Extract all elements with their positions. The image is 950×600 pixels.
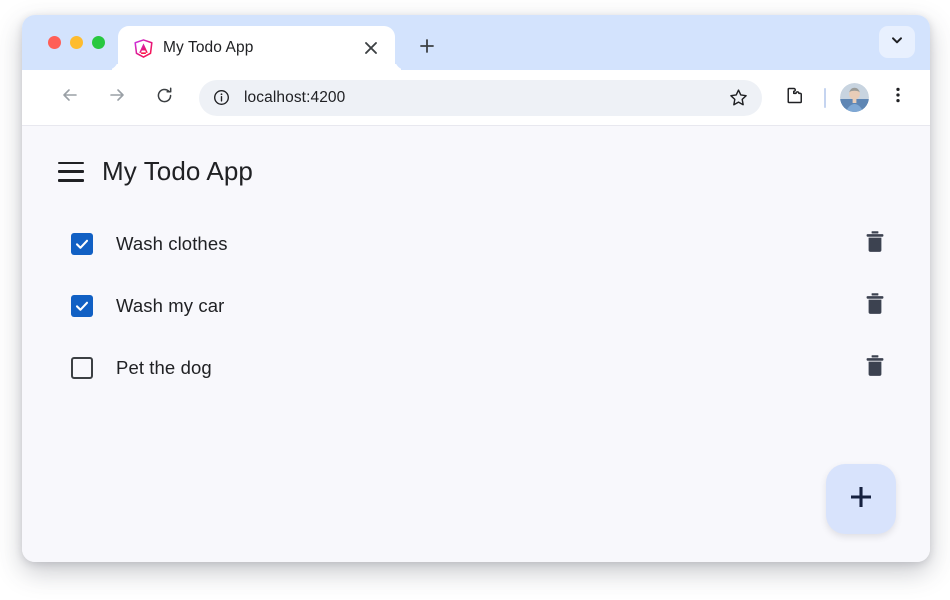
browser-menu-button[interactable]	[882, 82, 914, 114]
forward-button[interactable]	[99, 80, 135, 116]
three-dots-vertical-icon	[889, 86, 907, 109]
todo-checkbox[interactable]	[71, 295, 93, 317]
toolbar-divider	[824, 87, 826, 108]
arrow-right-icon	[107, 85, 127, 110]
extensions-button[interactable]	[778, 82, 810, 114]
tab-title: My Todo App	[163, 39, 254, 56]
add-todo-fab[interactable]	[826, 464, 896, 534]
window-maximize-button[interactable]	[92, 36, 105, 49]
arrow-left-icon	[60, 85, 80, 110]
todo-item-label: Pet the dog	[116, 357, 212, 378]
delete-todo-button[interactable]	[862, 230, 888, 259]
trash-icon	[864, 292, 886, 321]
chevron-down-icon	[890, 33, 904, 52]
address-bar[interactable]: localhost:4200	[199, 79, 762, 116]
todo-item: Wash my car	[58, 275, 896, 337]
star-icon[interactable]	[724, 84, 752, 112]
info-circle-icon[interactable]	[208, 85, 234, 111]
todo-list: Wash clothes Wash my car Pet the dog	[22, 213, 930, 399]
window-minimize-button[interactable]	[70, 36, 83, 49]
window-traffic-lights	[22, 15, 118, 70]
app-header: My Todo App	[22, 126, 930, 187]
plus-icon	[848, 484, 874, 515]
checkmark-icon	[75, 239, 89, 249]
reload-button[interactable]	[146, 80, 182, 116]
address-bar-url[interactable]: localhost:4200	[244, 89, 724, 107]
window-close-button[interactable]	[48, 36, 61, 49]
app-viewport: My Todo App Wash clothes Wash my car Pet…	[22, 125, 930, 562]
trash-icon	[864, 230, 886, 259]
hamburger-menu-icon[interactable]	[58, 161, 84, 182]
todo-item: Pet the dog	[58, 337, 896, 399]
delete-todo-button[interactable]	[862, 292, 888, 321]
todo-item: Wash clothes	[58, 213, 896, 275]
todo-item-label: Wash my car	[116, 295, 225, 316]
trash-icon	[864, 354, 886, 383]
checkmark-icon	[75, 301, 89, 311]
todo-item-label: Wash clothes	[116, 233, 228, 254]
plus-icon	[419, 38, 435, 59]
close-icon[interactable]	[359, 36, 383, 60]
reload-icon	[155, 86, 174, 110]
tab-strip: My Todo App	[22, 15, 930, 70]
delete-todo-button[interactable]	[862, 354, 888, 383]
tab-search-button[interactable]	[879, 26, 915, 58]
browser-window: My Todo App localhost:4200 My Todo App W…	[22, 15, 930, 562]
angular-logo-icon	[134, 38, 153, 58]
user-avatar[interactable]	[840, 83, 869, 112]
page-title: My Todo App	[102, 156, 253, 186]
back-button[interactable]	[52, 80, 88, 116]
browser-toolbar: localhost:4200	[22, 70, 930, 125]
browser-tab-my-todo-app[interactable]: My Todo App	[118, 26, 395, 70]
puzzle-piece-icon	[785, 86, 804, 110]
todo-checkbox[interactable]	[71, 357, 93, 379]
todo-checkbox[interactable]	[71, 233, 93, 255]
new-tab-button[interactable]	[412, 33, 442, 63]
